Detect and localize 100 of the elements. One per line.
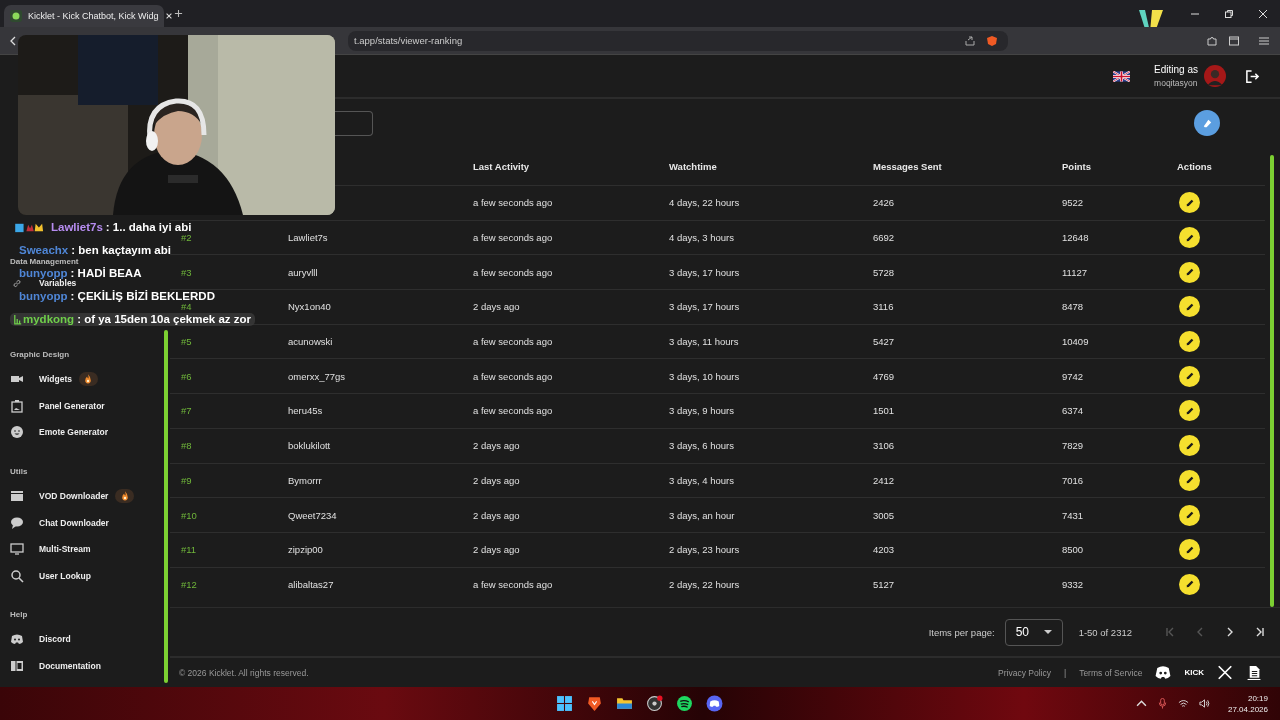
last-activity-cell: 2 days ago — [473, 509, 520, 521]
rank-cell: #7 — [181, 405, 192, 417]
recorder-icon[interactable] — [646, 695, 663, 712]
rank-cell: #2 — [181, 232, 192, 244]
points-cell: 8500 — [1062, 544, 1084, 556]
rank-cell: #10 — [181, 509, 197, 521]
eraser-button[interactable] — [1194, 110, 1220, 136]
sidebar-item[interactable]: Discord — [10, 626, 71, 653]
watchtime-cell: 3 days, 17 hours — [669, 266, 740, 278]
sidebar-item[interactable]: Panel Generator — [10, 392, 105, 420]
chat-message: : of ya 15den 10a çekmek az zor — [76, 312, 251, 326]
chat-username: bunyopp — [19, 289, 68, 303]
sidebar-item[interactable]: Documentation — [10, 652, 101, 680]
pencil-icon — [1184, 579, 1195, 590]
username-cell: auryvlll — [288, 266, 318, 278]
messages-cell: 2412 — [873, 474, 895, 486]
discord-icon[interactable] — [1155, 665, 1172, 680]
discord-icon[interactable] — [706, 695, 723, 712]
chat-message: : HADİ BEAA — [70, 266, 142, 279]
rank-cell: #11 — [181, 544, 197, 556]
column-header[interactable]: Watchtime — [669, 160, 873, 172]
edit-button[interactable] — [1179, 573, 1200, 595]
rank-cell: #6 — [181, 370, 192, 382]
menu-icon[interactable] — [1258, 34, 1270, 47]
column-header[interactable]: Messages Sent — [873, 160, 1062, 172]
points-cell: 11127 — [1062, 266, 1087, 278]
edit-button[interactable] — [1179, 435, 1200, 457]
chat-bubble-icon — [10, 515, 24, 530]
messages-cell: 3106 — [873, 440, 895, 452]
sidebar-item[interactable]: Multi-Stream — [10, 535, 91, 563]
sidebar-item[interactable]: User Lookup — [10, 562, 91, 590]
sidebar-item[interactable]: Widgets — [10, 366, 98, 393]
username: moqitasyon — [1154, 78, 1198, 88]
wifi-icon[interactable] — [1177, 698, 1189, 709]
edit-button[interactable] — [1179, 365, 1200, 387]
speaker-icon[interactable] — [1198, 698, 1210, 709]
points-cell: 6374 — [1062, 405, 1084, 417]
edit-button[interactable] — [1179, 504, 1200, 526]
close-icon[interactable] — [1258, 8, 1268, 19]
watchtime-cell: 4 days, 22 hours — [669, 197, 740, 209]
column-header[interactable]: Actions — [1177, 160, 1265, 172]
section-title: Data Management — [10, 257, 79, 266]
music-app-icon[interactable] — [676, 695, 693, 712]
window-icon[interactable] — [1228, 34, 1240, 47]
chevron-up-icon[interactable] — [1135, 698, 1147, 709]
discord-icon — [10, 632, 24, 647]
new-tab-icon[interactable] — [174, 9, 183, 18]
column-header[interactable]: Last Activity — [473, 160, 669, 172]
messages-cell: 4203 — [873, 544, 895, 556]
logout-icon[interactable] — [1245, 68, 1260, 84]
edit-button[interactable] — [1179, 539, 1200, 561]
sidebar-item[interactable]: VOD Downloader — [10, 482, 135, 510]
edit-button[interactable] — [1179, 331, 1200, 353]
sidebar-item[interactable]: Variables — [10, 279, 77, 288]
terms-link[interactable]: Terms of Service — [1079, 667, 1143, 678]
chat-username: Lawliet7s — [51, 220, 103, 234]
chat-username: bunyopp — [19, 266, 68, 280]
app-logo-icon — [10, 9, 22, 22]
edit-button[interactable] — [1179, 192, 1200, 214]
folder-icon[interactable] — [616, 695, 633, 712]
last-activity-cell: a few seconds ago — [473, 405, 553, 417]
restore-icon[interactable] — [1224, 8, 1234, 19]
scrollbar[interactable] — [1270, 155, 1274, 607]
last-activity-cell: a few seconds ago — [473, 266, 553, 278]
edit-button[interactable] — [1179, 296, 1200, 318]
microphone-icon[interactable] — [1156, 698, 1168, 709]
close-icon[interactable] — [164, 11, 173, 20]
pencil-icon — [1184, 336, 1195, 347]
username-cell: Bymorrr — [288, 474, 322, 486]
last-page-icon[interactable] — [1254, 626, 1266, 638]
pencil-icon — [1184, 440, 1195, 451]
page-size-select[interactable]: 50 — [1004, 618, 1063, 646]
edit-button[interactable] — [1179, 227, 1200, 249]
username-cell: Qweet7234 — [288, 509, 337, 521]
edit-button[interactable] — [1179, 469, 1200, 491]
shield-icon[interactable] — [986, 34, 998, 47]
x-icon[interactable] — [1217, 665, 1233, 680]
back-icon[interactable] — [8, 34, 18, 47]
share-icon[interactable] — [964, 34, 976, 47]
messages-cell: 3116 — [873, 301, 894, 313]
windows-start-icon[interactable] — [556, 695, 573, 712]
address-bar[interactable]: t.app/stats/viewer-ranking — [348, 30, 1008, 51]
flag-icon[interactable] — [1113, 70, 1131, 82]
sidebar-item[interactable]: Chat Downloader — [10, 509, 109, 536]
scrollbar[interactable] — [164, 330, 168, 683]
points-cell: 7016 — [1062, 474, 1084, 486]
chat-badge-icon — [14, 313, 22, 325]
edit-button[interactable] — [1179, 261, 1200, 283]
kick-link[interactable]: KICK — [1184, 668, 1204, 677]
clock-date: 27.04.2026 — [1227, 704, 1268, 714]
rank-cell: #5 — [181, 336, 192, 348]
pencil-icon — [1184, 405, 1195, 416]
privacy-link[interactable]: Privacy Policy — [998, 667, 1051, 678]
sidebar-item[interactable]: Emote Generator — [10, 419, 108, 446]
document-icon[interactable] — [1246, 665, 1262, 680]
edit-button[interactable] — [1179, 400, 1200, 422]
column-header[interactable]: Points — [1062, 160, 1177, 172]
copyright-text: © 2026 Kicklet. All rights reserved. — [179, 667, 309, 678]
messages-cell: 3005 — [873, 509, 895, 521]
pencil-icon — [1184, 510, 1195, 521]
